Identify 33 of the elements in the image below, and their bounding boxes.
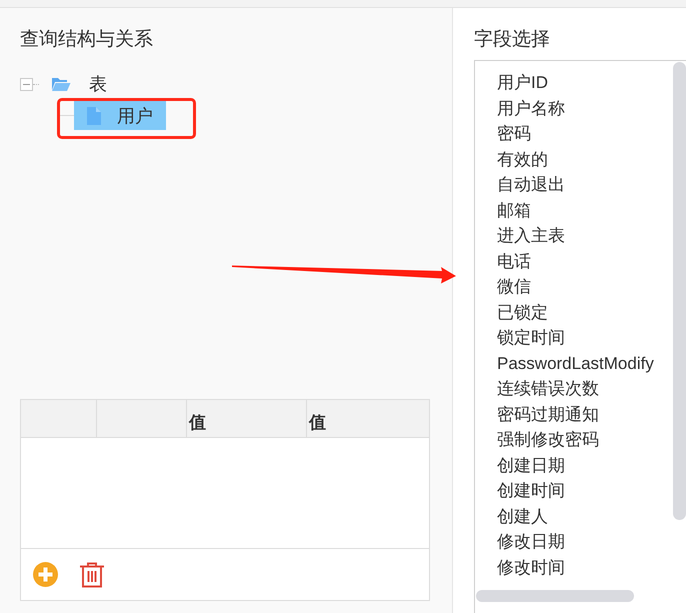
field-item[interactable]: 已锁定	[497, 300, 548, 325]
field-item[interactable]: 创建时间	[497, 478, 565, 504]
field-item[interactable]: 修改日期	[497, 529, 565, 554]
panel-title: 查询结构与关系	[20, 28, 153, 52]
field-item[interactable]: 强制修改密码	[497, 427, 599, 452]
column-header: 值	[308, 413, 326, 434]
field-item[interactable]: PasswordLastModify	[497, 350, 654, 376]
field-item[interactable]: 连续错误次数	[497, 376, 599, 402]
tree-item[interactable]: 用户	[74, 101, 166, 130]
file-icon	[86, 106, 102, 126]
panel-title: 字段选择	[474, 28, 550, 52]
collapse-icon[interactable]	[20, 78, 33, 90]
trash-icon[interactable]	[80, 562, 104, 588]
field-item[interactable]: 电话	[497, 248, 531, 274]
folder-icon	[51, 76, 71, 92]
field-item[interactable]: 进入主表	[497, 223, 565, 248]
field-item[interactable]: 密码过期通知	[497, 402, 599, 427]
field-item[interactable]: 有效的	[497, 146, 548, 172]
field-item[interactable]: 创建人	[497, 504, 548, 529]
horizontal-scrollbar[interactable]	[476, 590, 634, 602]
tree-item[interactable]: 表	[39, 70, 120, 98]
field-item[interactable]: 邮箱	[497, 198, 531, 223]
field-item[interactable]: 自动退出	[497, 172, 565, 198]
field-item[interactable]: 用户名称	[497, 96, 565, 121]
field-item[interactable]: 密码	[497, 121, 531, 146]
add-icon[interactable]	[33, 562, 58, 587]
field-item[interactable]: 创建日期	[497, 452, 565, 478]
field-item[interactable]: 锁定时间	[497, 325, 565, 350]
field-item[interactable]: 用户ID	[497, 70, 548, 96]
field-item[interactable]: 微信	[497, 274, 531, 300]
vertical-scrollbar[interactable]	[673, 62, 686, 520]
field-item[interactable]: 修改时间	[497, 554, 565, 580]
column-header: 值	[188, 413, 206, 434]
